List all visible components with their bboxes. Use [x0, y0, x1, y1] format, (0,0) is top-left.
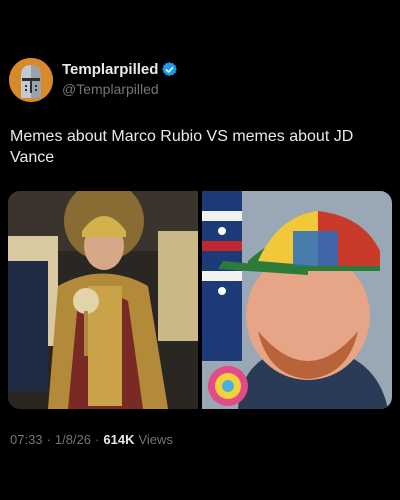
author-avatar[interactable]: [9, 58, 53, 102]
meta-separator: ·: [46, 432, 51, 447]
post-media[interactable]: [8, 191, 392, 409]
post-time[interactable]: 07:33: [10, 432, 43, 447]
post-meta: 07:33 · 1/8/26 · 614K Views: [10, 432, 173, 447]
post-card: Templarpilled @Templarpilled Memes about…: [0, 0, 400, 500]
meta-separator: ·: [95, 432, 100, 447]
views-count: 614K: [103, 432, 135, 447]
verified-badge-icon: [162, 62, 178, 77]
post-date[interactable]: 1/8/26: [55, 432, 91, 447]
views-label: Views: [138, 432, 173, 447]
author-handle[interactable]: @Templarpilled: [62, 81, 159, 97]
templar-helmet-icon: [9, 58, 53, 102]
author-display-name[interactable]: Templarpilled: [62, 61, 158, 78]
propeller-cap-man-image: [202, 191, 392, 409]
post-text: Memes about Marco Rubio VS memes about J…: [10, 128, 354, 166]
author-name-row: Templarpilled: [62, 61, 178, 78]
emperor-figure-image: [8, 191, 198, 409]
